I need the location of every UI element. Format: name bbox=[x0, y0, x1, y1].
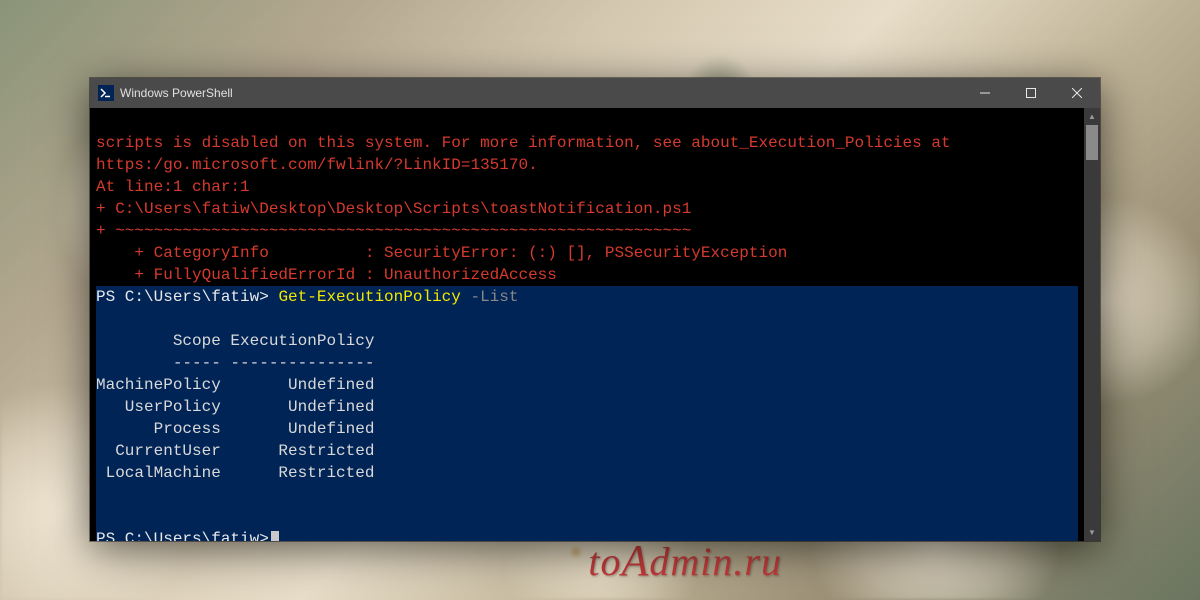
scrollbar[interactable]: ▲ ▼ bbox=[1084, 108, 1100, 541]
cursor bbox=[271, 531, 279, 541]
prompt-path: PS C:\Users\fatiw> bbox=[96, 288, 278, 306]
scroll-up-icon[interactable]: ▲ bbox=[1084, 108, 1100, 125]
powershell-window: Windows PowerShell scripts is disabled o… bbox=[90, 78, 1100, 541]
error-line: scripts is disabled on this system. For … bbox=[96, 134, 951, 152]
error-line: + ~~~~~~~~~~~~~~~~~~~~~~~~~~~~~~~~~~~~~~… bbox=[96, 222, 691, 240]
table-row: CurrentUser Restricted bbox=[96, 442, 374, 460]
window-controls bbox=[962, 78, 1100, 108]
table-header: Scope ExecutionPolicy bbox=[96, 332, 374, 350]
error-line: https:/go.microsoft.com/fwlink/?LinkID=1… bbox=[96, 156, 538, 174]
table-row: UserPolicy Undefined bbox=[96, 398, 374, 416]
table-row: Process Undefined bbox=[96, 420, 374, 438]
error-line: + FullyQualifiedErrorId : UnauthorizedAc… bbox=[96, 266, 557, 284]
scroll-thumb[interactable] bbox=[1086, 125, 1098, 160]
error-line: + CategoryInfo : SecurityError: (:) [], … bbox=[96, 244, 787, 262]
table-row: MachinePolicy Undefined bbox=[96, 376, 374, 394]
powershell-icon bbox=[98, 85, 114, 101]
minimize-button[interactable] bbox=[962, 78, 1008, 108]
table-divider: ----- --------------- bbox=[96, 354, 374, 372]
window-title: Windows PowerShell bbox=[120, 86, 962, 100]
close-button[interactable] bbox=[1054, 78, 1100, 108]
scroll-track[interactable] bbox=[1084, 125, 1100, 524]
command-text: Get-ExecutionPolicy bbox=[278, 288, 460, 306]
prompt-path: PS C:\Users\fatiw> bbox=[96, 530, 269, 541]
terminal-output[interactable]: scripts is disabled on this system. For … bbox=[90, 108, 1084, 541]
table-row: LocalMachine Restricted bbox=[96, 464, 374, 482]
watermark-text: toAdmin.ru bbox=[588, 535, 782, 586]
error-line: At line:1 char:1 bbox=[96, 178, 250, 196]
command-param: -List bbox=[461, 288, 519, 306]
error-line: + C:\Users\fatiw\Desktop\Desktop\Scripts… bbox=[96, 200, 691, 218]
scroll-down-icon[interactable]: ▼ bbox=[1084, 524, 1100, 541]
titlebar[interactable]: Windows PowerShell bbox=[90, 78, 1100, 108]
maximize-button[interactable] bbox=[1008, 78, 1054, 108]
